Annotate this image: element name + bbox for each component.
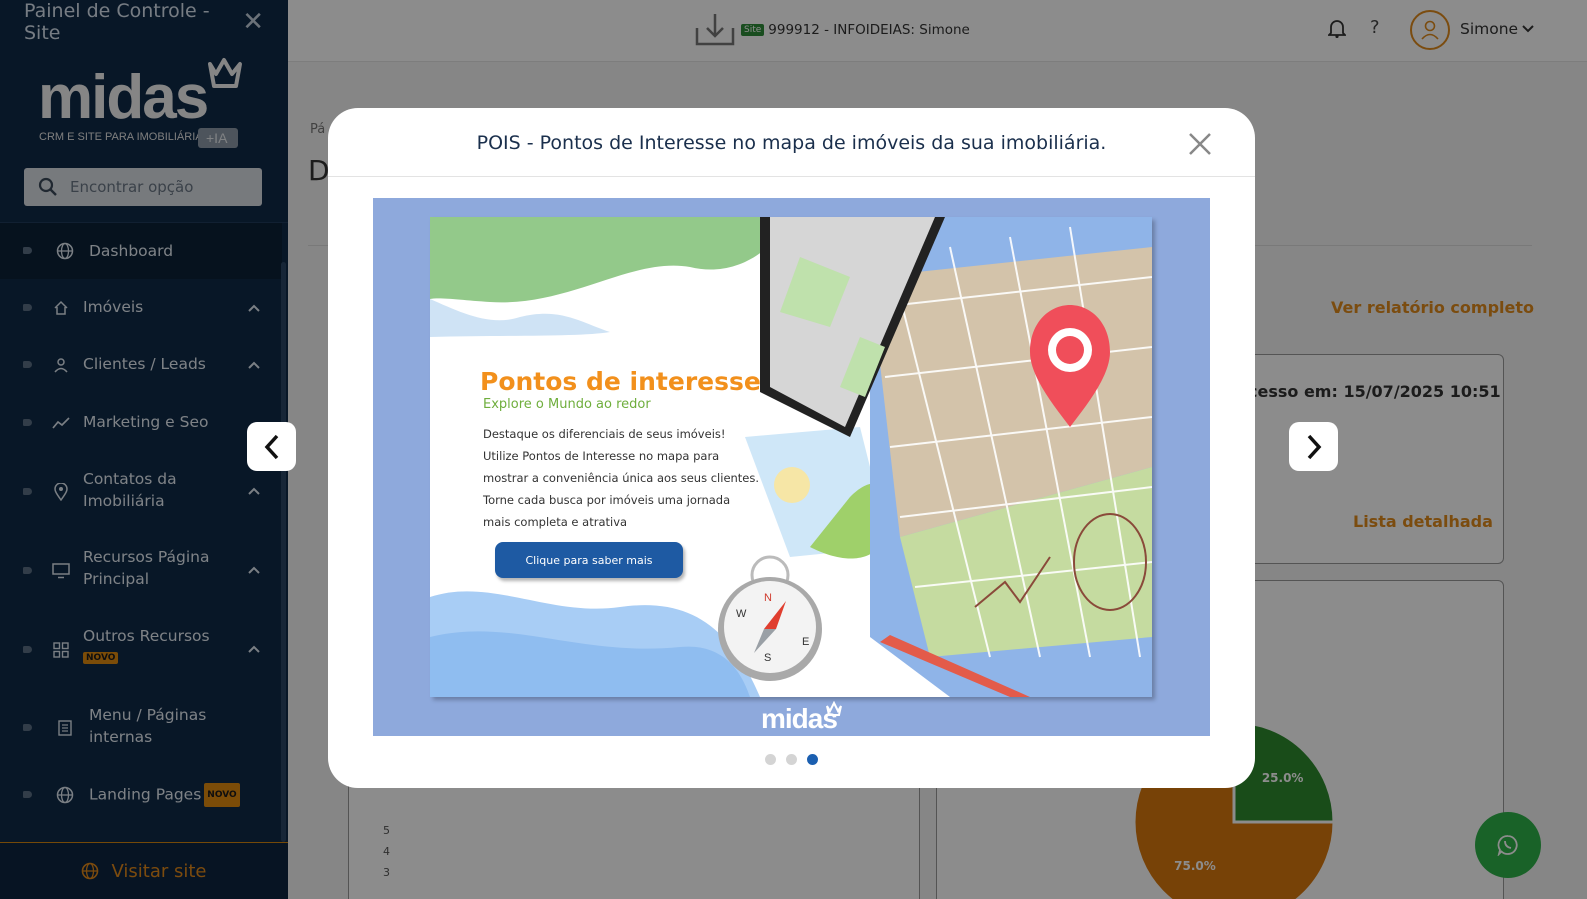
previous-slide-button[interactable] <box>247 422 296 471</box>
slide-body-line: mais completa e atrativa <box>483 515 628 529</box>
svg-text:S: S <box>764 652 771 664</box>
midas-logo: midas <box>761 700 842 734</box>
svg-text:midas: midas <box>761 703 837 734</box>
close-icon[interactable] <box>1186 130 1214 158</box>
chevron-right-icon <box>1307 434 1321 459</box>
svg-text:W: W <box>736 608 747 620</box>
learn-more-button[interactable]: Clique para saber mais <box>495 542 683 578</box>
svg-text:E: E <box>802 636 809 648</box>
carousel-dot[interactable] <box>786 754 797 765</box>
carousel-dot[interactable] <box>765 754 776 765</box>
slide-body-line: Torne cada busca por imóveis uma jornada <box>483 493 731 507</box>
slide-body: Destaque os diferenciais de seus imóveis… <box>483 423 763 533</box>
slide-heading: Pontos de interesse <box>480 367 761 396</box>
slide-subheading: Explore o Mundo ao redor <box>483 397 651 412</box>
slide-card: N W E S Pontos de interesse Explore o Mu… <box>430 217 1152 697</box>
svg-text:N: N <box>764 592 772 604</box>
modal-title: POIS - Pontos de Interesse no mapa de im… <box>476 132 1107 154</box>
slide-body-line: mostrar a conveniência única aos seus cl… <box>483 471 760 485</box>
next-slide-button[interactable] <box>1289 422 1338 471</box>
carousel-indicators <box>328 754 1255 765</box>
chevron-left-icon <box>264 434 278 459</box>
carousel-dot-active[interactable] <box>807 754 818 765</box>
modal-dialog: POIS - Pontos de Interesse no mapa de im… <box>328 108 1255 788</box>
slide-body-line: Utilize Pontos de Interesse no mapa para <box>483 449 720 463</box>
carousel-slide[interactable]: N W E S Pontos de interesse Explore o Mu… <box>373 198 1210 736</box>
slide-body-line: Destaque os diferenciais de seus imóveis… <box>483 427 726 441</box>
